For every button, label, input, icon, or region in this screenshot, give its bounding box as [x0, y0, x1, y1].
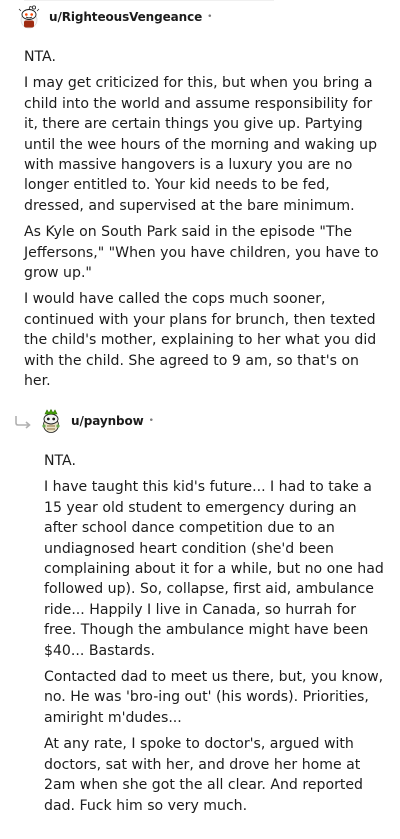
- comment-paragraph: Contacted dad to meet us there, but, you…: [44, 669, 384, 726]
- comment-paragraph: At any rate, I spoke to doctor's, argued…: [44, 736, 364, 814]
- reddit-snoo-avatar-icon[interactable]: [38, 408, 64, 434]
- reply-arrow-icon: [14, 414, 34, 429]
- comment-body: NTA. I may get criticized for this, but …: [24, 47, 382, 398]
- username[interactable]: u/RighteousVengeance: [49, 10, 202, 24]
- comment-paragraph: I may get criticized for this, but when …: [24, 75, 378, 214]
- username[interactable]: u/paynbow: [71, 414, 144, 428]
- separator-dot: •: [148, 416, 154, 426]
- comment-body: NTA. I have taught this kid's future... …: [44, 451, 384, 822]
- comment-paragraph: I have taught this kid's future... I had…: [44, 479, 384, 659]
- comment-paragraph: NTA.: [44, 453, 76, 469]
- separator-dot: •: [207, 12, 213, 22]
- comment-paragraph: I would have called the cops much sooner…: [24, 291, 377, 390]
- comment-header: u/paynbow •: [14, 406, 154, 436]
- reddit-snoo-avatar-icon[interactable]: [16, 4, 42, 30]
- divider: [24, 0, 274, 1]
- comment-paragraph: NTA.: [24, 49, 56, 65]
- comment-header: u/RighteousVengeance •: [16, 2, 212, 32]
- comment-paragraph: As Kyle on South Park said in the episod…: [24, 224, 379, 282]
